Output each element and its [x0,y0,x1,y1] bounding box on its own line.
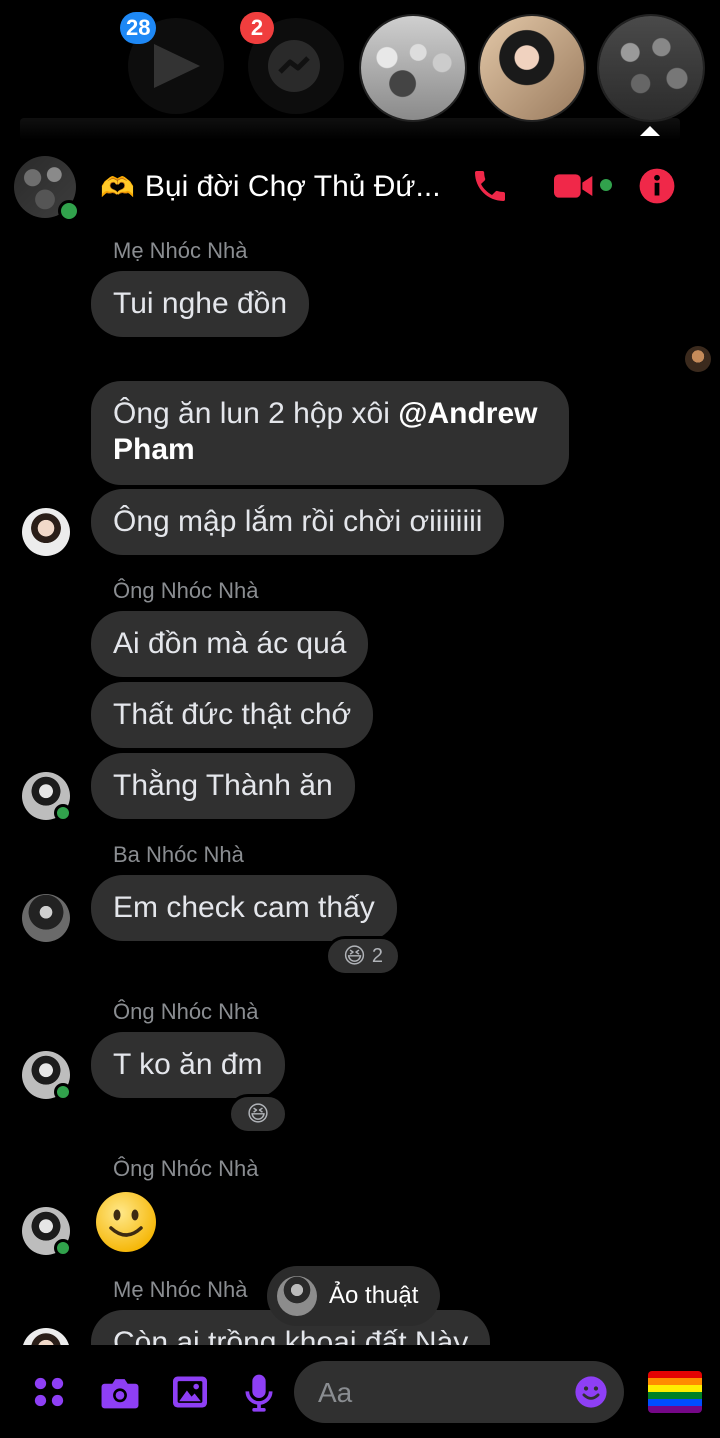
message-composer[interactable] [294,1361,624,1423]
sender-name: Ông Nhóc Nhà [113,1156,259,1181]
reaction-badge[interactable]: 😆 [228,1094,288,1134]
sender-name: Mẹ Nhóc Nhà [113,238,248,263]
message-list[interactable]: Mẹ Nhóc Nhà Tui nghe đồn Ông ăn lun 2 hộ… [0,0,720,1345]
online-indicator [54,1239,72,1257]
composer-bar [0,1345,720,1438]
laugh-emoji-icon: 😆 [342,943,366,968]
sender-name: Ông Nhóc Nhà [113,578,259,603]
message-input[interactable] [316,1371,560,1415]
tooltip-label: Ảo thuật [329,1282,419,1309]
message-bubble[interactable]: Tui nghe đồn [91,271,310,337]
microphone-icon[interactable] [244,1373,274,1413]
sender-name: Ba Nhóc Nhà [113,842,244,867]
laugh-emoji-icon: 😆 [246,1101,270,1126]
camera-icon[interactable] [100,1375,140,1411]
message-bubble[interactable]: Thất đức thật chớ [91,682,374,748]
avatar[interactable] [22,508,70,556]
gallery-icon[interactable] [171,1375,209,1409]
online-indicator [54,1083,72,1101]
effect-tooltip[interactable]: Ảo thuật [267,1266,441,1326]
avatar[interactable] [22,894,70,942]
sender-name: Ông Nhóc Nhà [113,999,259,1024]
rainbow-flag-quick-reaction-icon[interactable] [648,1371,702,1413]
avatar[interactable] [22,1328,70,1345]
tooltip-avatar [277,1276,317,1316]
reaction-count: 2 [371,944,384,967]
message-bubble[interactable]: Em check cam thấy [91,875,397,941]
message-bubble[interactable]: Thằng Thành ăn [91,753,355,819]
reaction-badge[interactable]: 😆 2 [325,936,401,976]
online-indicator [54,804,72,822]
sender-name: Mẹ Nhóc Nhà [113,1277,248,1302]
seen-receipt-avatar [685,346,711,372]
smile-emoji-icon[interactable] [94,1190,158,1254]
message-bubble[interactable]: T ko ăn đm [91,1032,285,1098]
message-text: Ông ăn lun 2 hộp xôi [113,397,399,430]
apps-grid-icon[interactable] [32,1375,66,1409]
message-bubble[interactable]: Ông mập lắm rồi chời ơiiiiiiii [91,489,505,555]
message-bubble[interactable]: Ai đồn mà ác quá [91,611,369,677]
emoji-picker-icon[interactable] [574,1375,608,1409]
message-bubble[interactable]: Ông ăn lun 2 hộp xôi @Andrew Pham [91,381,569,485]
